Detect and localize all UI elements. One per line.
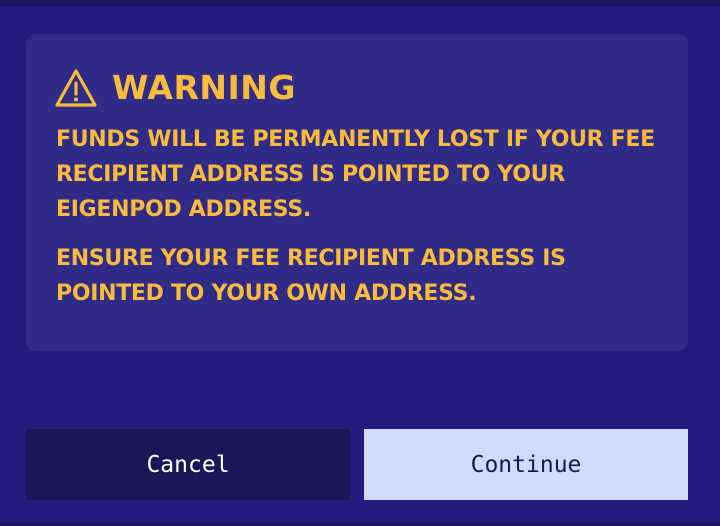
- warning-title: WARNING: [112, 68, 296, 107]
- fee-recipient-warning-dialog: WARNING FUNDS WILL BE PERMANENTLY LOST I…: [0, 0, 720, 526]
- warning-header: WARNING: [54, 64, 660, 112]
- warning-message-lost-funds: FUNDS WILL BE PERMANENTLY LOST IF YOUR F…: [56, 127, 655, 222]
- continue-button[interactable]: Continue: [364, 429, 688, 500]
- warning-triangle-icon: [54, 68, 98, 108]
- warning-message-own-address: ENSURE YOUR FEE RECIPIENT ADDRESS IS POI…: [56, 246, 566, 306]
- cancel-button[interactable]: Cancel: [26, 429, 350, 500]
- warning-panel: WARNING FUNDS WILL BE PERMANENTLY LOST I…: [26, 34, 688, 351]
- bottom-edge: [0, 522, 720, 526]
